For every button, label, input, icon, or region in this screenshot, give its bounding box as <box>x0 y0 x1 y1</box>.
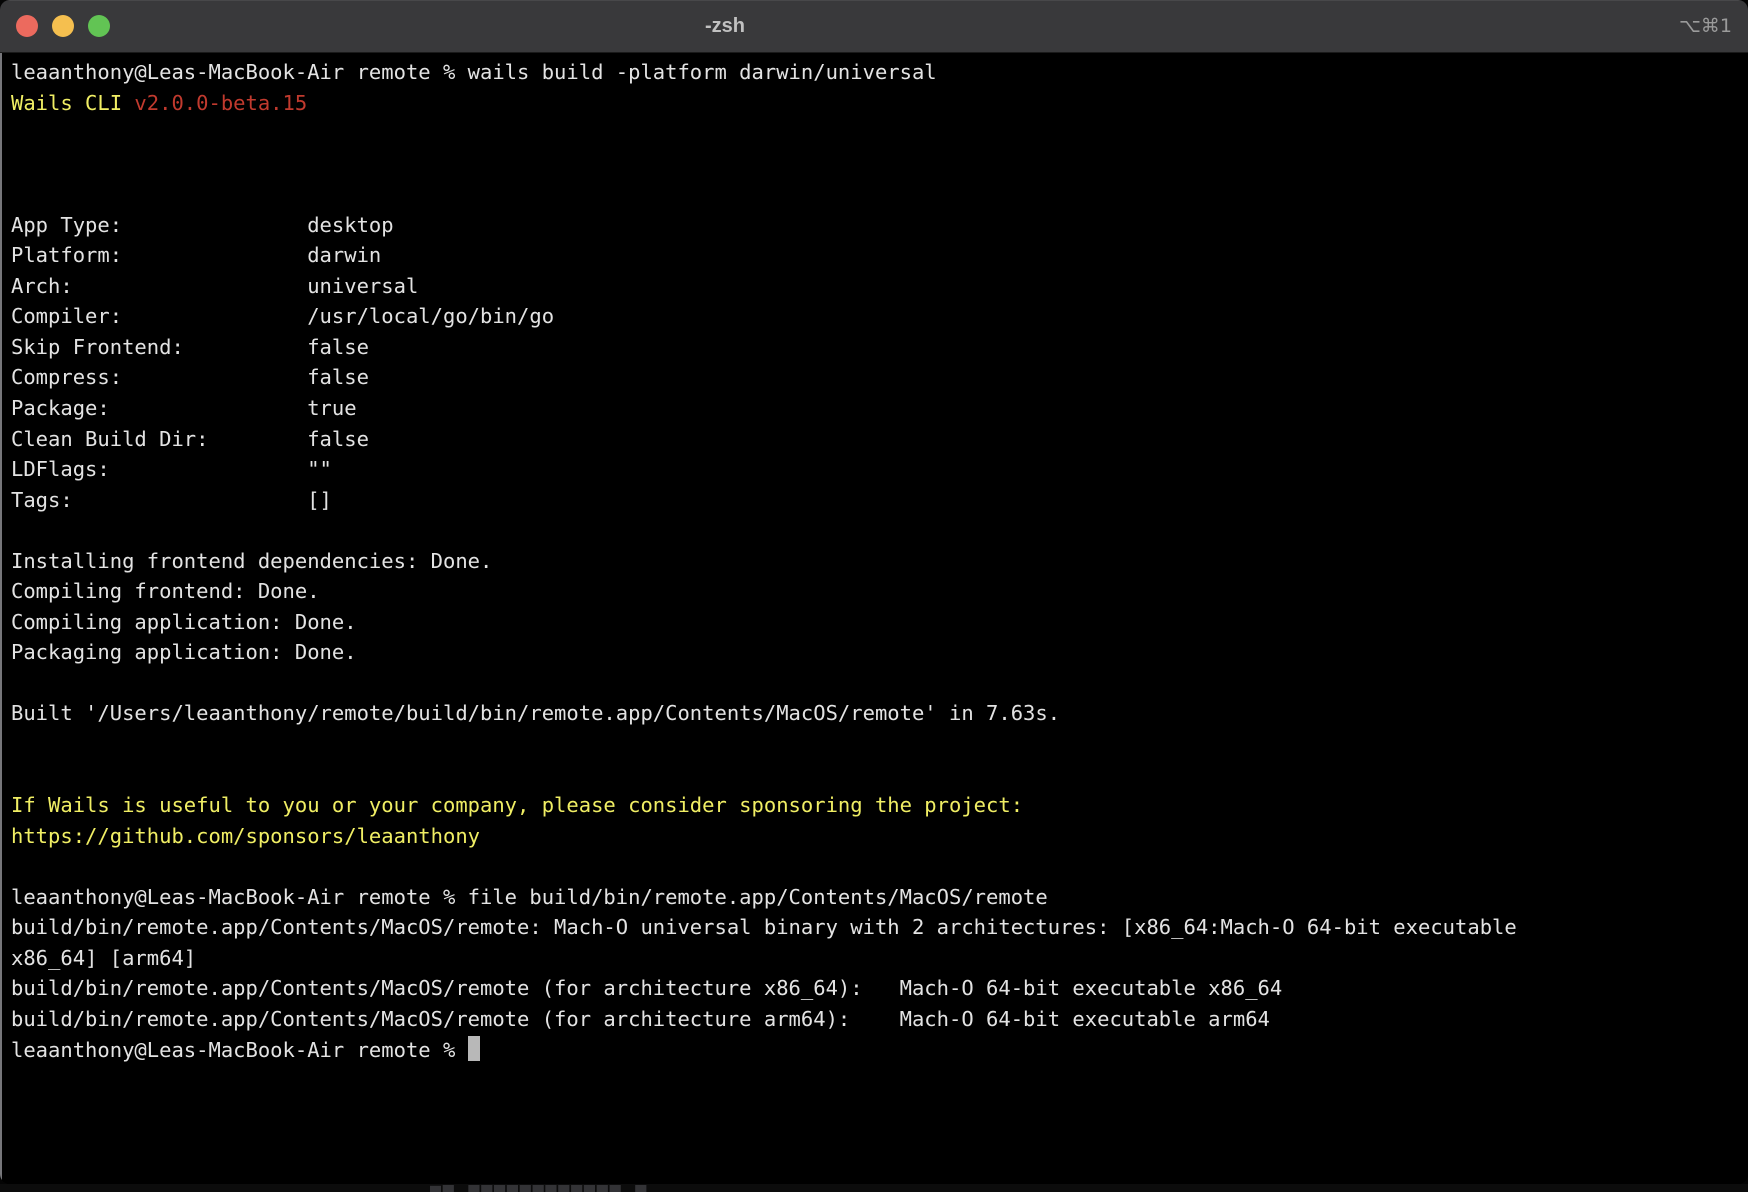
terminal-text-segment: build/bin/remote.app/Contents/MacOS/remo… <box>11 976 1282 1000</box>
terminal-text-segment: Built '/Users/leaanthony/remote/build/bi… <box>11 701 1060 725</box>
terminal-text-segment: App Type: desktop <box>11 213 394 237</box>
terminal-text-segment: Compiling frontend: Done. <box>11 579 320 603</box>
terminal-text-segment: Compress: false <box>11 365 369 389</box>
window-title: -zsh <box>705 0 745 53</box>
terminal-line: build/bin/remote.app/Contents/MacOS/remo… <box>11 973 1742 1004</box>
terminal-text-segment: Clean Build Dir: false <box>11 427 369 451</box>
terminal-text-segment: Wails CLI <box>11 91 134 115</box>
terminal-text-segment: build/bin/remote.app/Contents/MacOS/remo… <box>11 915 1517 939</box>
terminal-text-segment: Arch: universal <box>11 274 418 298</box>
terminal-line: x86_64] [arm64] <box>11 943 1742 974</box>
terminal-text-segment: v2.0.0-beta.15 <box>134 91 307 115</box>
terminal-text-segment: Installing frontend dependencies: Done. <box>11 549 492 573</box>
terminal-line: leaanthony@Leas-MacBook-Air remote % wai… <box>11 57 1742 88</box>
terminal-line: Packaging application: Done. <box>11 637 1742 668</box>
terminal-text-segment: Package: true <box>11 396 357 420</box>
terminal-output[interactable]: leaanthony@Leas-MacBook-Air remote % wai… <box>0 53 1748 1184</box>
terminal-line: Compiler: /usr/local/go/bin/go <box>11 301 1742 332</box>
occluded-window-fragment: ▄▆ ▆▆▆▆▆▆▆▆▆▆▆▆ ▆ <box>430 1185 690 1192</box>
terminal-line: leaanthony@Leas-MacBook-Air remote % <box>11 1035 1742 1066</box>
window-shortcut-badge: ⌥⌘1 <box>1679 0 1732 53</box>
terminal-line <box>11 760 1742 791</box>
terminal-text-segment: Platform: darwin <box>11 243 381 267</box>
terminal-text-segment: If Wails is useful to you or your compan… <box>11 793 1023 817</box>
terminal-text-segment: leaanthony@Leas-MacBook-Air remote % wai… <box>11 60 937 84</box>
terminal-line <box>11 118 1742 149</box>
terminal-line: Arch: universal <box>11 271 1742 302</box>
terminal-line: Compress: false <box>11 362 1742 393</box>
terminal-line: If Wails is useful to you or your compan… <box>11 790 1742 821</box>
terminal-line: App Type: desktop <box>11 210 1742 241</box>
terminal-line <box>11 729 1742 760</box>
terminal-line: Wails CLI v2.0.0-beta.15 <box>11 88 1742 119</box>
terminal-line <box>11 515 1742 546</box>
terminal-text-segment: leaanthony@Leas-MacBook-Air remote % fil… <box>11 885 1048 909</box>
window-titlebar[interactable]: -zsh ⌥⌘1 <box>0 0 1748 53</box>
terminal-text-segment: build/bin/remote.app/Contents/MacOS/remo… <box>11 1007 1270 1031</box>
minimize-button[interactable] <box>52 15 74 37</box>
terminal-text-segment: LDFlags: "" <box>11 457 332 481</box>
terminal-text-segment: Compiler: /usr/local/go/bin/go <box>11 304 554 328</box>
terminal-text-segment: Compiling application: Done. <box>11 610 357 634</box>
terminal-line: LDFlags: "" <box>11 454 1742 485</box>
zoom-button[interactable] <box>88 15 110 37</box>
terminal-cursor <box>468 1036 480 1061</box>
background-window-strip: ▄▆ ▆▆▆▆▆▆▆▆▆▆▆▆ ▆ <box>0 1184 1748 1192</box>
terminal-line: Package: true <box>11 393 1742 424</box>
terminal-line <box>11 851 1742 882</box>
terminal-text-segment: leaanthony@Leas-MacBook-Air remote % <box>11 1038 468 1062</box>
terminal-text-segment: Skip Frontend: false <box>11 335 369 359</box>
terminal-line: https://github.com/sponsors/leaanthony <box>11 821 1742 852</box>
terminal-line: leaanthony@Leas-MacBook-Air remote % fil… <box>11 882 1742 913</box>
terminal-line: Tags: [] <box>11 485 1742 516</box>
close-button[interactable] <box>16 15 38 37</box>
terminal-text-segment: Tags: [] <box>11 488 332 512</box>
terminal-text-segment: https://github.com/sponsors/leaanthony <box>11 824 480 848</box>
terminal-line <box>11 149 1742 180</box>
terminal-line: Compiling frontend: Done. <box>11 576 1742 607</box>
terminal-line: Compiling application: Done. <box>11 607 1742 638</box>
terminal-line: build/bin/remote.app/Contents/MacOS/remo… <box>11 1004 1742 1035</box>
terminal-window: -zsh ⌥⌘1 leaanthony@Leas-MacBook-Air rem… <box>0 0 1748 1184</box>
terminal-line <box>11 668 1742 699</box>
terminal-line <box>11 179 1742 210</box>
terminal-line: Clean Build Dir: false <box>11 424 1742 455</box>
terminal-line: Skip Frontend: false <box>11 332 1742 363</box>
traffic-lights <box>16 15 110 37</box>
terminal-line: build/bin/remote.app/Contents/MacOS/remo… <box>11 912 1742 943</box>
terminal-line: Platform: darwin <box>11 240 1742 271</box>
terminal-text-segment: x86_64] [arm64] <box>11 946 196 970</box>
terminal-line: Built '/Users/leaanthony/remote/build/bi… <box>11 698 1742 729</box>
terminal-text-segment: Packaging application: Done. <box>11 640 357 664</box>
terminal-line: Installing frontend dependencies: Done. <box>11 546 1742 577</box>
